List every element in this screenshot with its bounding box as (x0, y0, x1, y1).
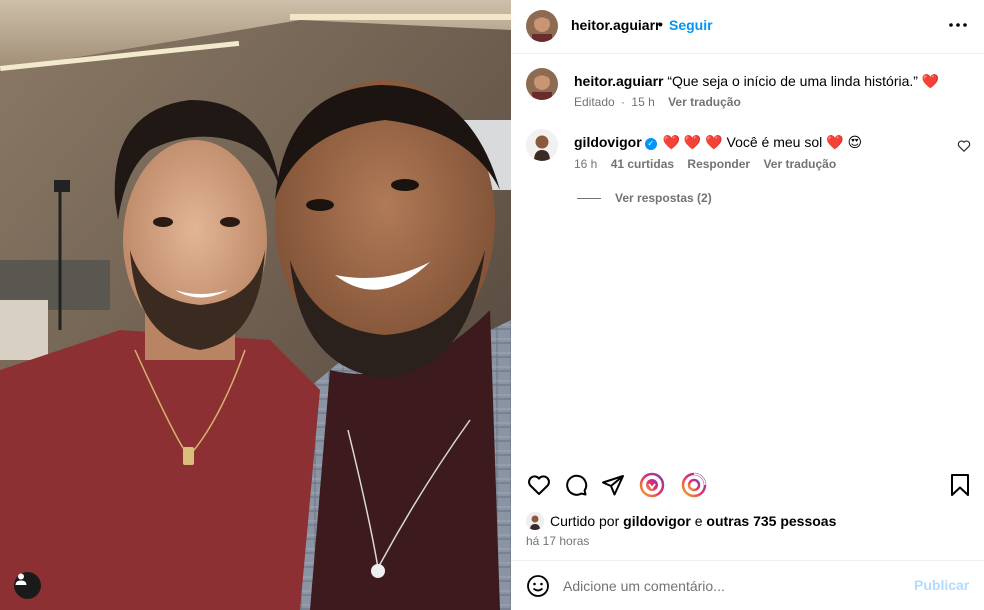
comment-likes[interactable]: 41 curtidas (611, 157, 674, 171)
comment-heart-emoji: ❤️ (826, 134, 844, 150)
caption-meta: Editado · 15 h Ver tradução (574, 95, 741, 109)
comment-face-emoji: 😍 (847, 134, 863, 150)
caption-text-line: heitor.aguiarr “Que seja o início de uma… (574, 72, 974, 90)
liker-avatar[interactable] (526, 512, 544, 530)
collab-sticker-icon[interactable] (681, 472, 707, 498)
post-timestamp[interactable]: há 17 horas (526, 534, 589, 548)
more-options-icon[interactable] (947, 14, 969, 36)
comment-text: Você é meu sol (726, 134, 823, 150)
view-replies-label: Ver respostas (2) (615, 191, 712, 205)
bookmark-icon[interactable] (947, 472, 973, 498)
caption-age: 15 h (631, 95, 655, 109)
meta-dot: · (621, 95, 626, 109)
comment-like-icon[interactable] (957, 139, 971, 153)
liked-by-conj: e (694, 513, 703, 529)
post-photo[interactable] (0, 0, 511, 610)
action-bar (511, 468, 984, 504)
caption-username[interactable]: heitor.aguiarr (574, 73, 663, 89)
comment-age: 16 h (574, 157, 598, 171)
add-comment-bar: Publicar (511, 560, 984, 610)
reply-button[interactable]: Responder (687, 157, 750, 171)
liked-by-user[interactable]: gildovigor (623, 513, 691, 529)
header-separator: • (658, 16, 663, 32)
emoji-icon[interactable] (526, 574, 550, 598)
caption-heart-emoji: ❤️ (921, 73, 940, 89)
comment-translate-link[interactable]: Ver tradução (763, 157, 836, 171)
author-username[interactable]: heitor.aguiarr (571, 17, 660, 33)
heart-icon[interactable] (526, 472, 552, 498)
comment-meta: 16 h 41 curtidas Responder Ver tradução (574, 157, 836, 171)
remix-sticker-icon[interactable] (639, 472, 665, 498)
add-comment-input[interactable] (563, 573, 903, 599)
replies-divider (577, 197, 601, 199)
liked-by-others[interactable]: outras 735 pessoas (706, 513, 836, 529)
caption-translate-link[interactable]: Ver tradução (668, 95, 741, 109)
post-side-panel: heitor.aguiarr • Seguir heitor.aguiarr “… (511, 0, 984, 610)
liked-by-row: Curtido por gildovigor e outras 735 pess… (526, 512, 836, 530)
photo-illustration (0, 0, 511, 610)
edited-label: Editado (574, 95, 615, 109)
post-header: heitor.aguiarr • Seguir (511, 0, 984, 54)
commenter-username[interactable]: gildovigor (574, 134, 642, 150)
caption-avatar[interactable] (526, 68, 558, 100)
author-avatar[interactable] (526, 10, 558, 42)
user-tag-button[interactable] (14, 572, 41, 599)
caption-text: “Que seja o início de uma linda história… (667, 73, 918, 89)
comment-text-line: gildovigor ✓ ❤️ ❤️ ❤️ Você é meu sol ❤️ 😍 (574, 133, 974, 151)
liked-by-prefix: Curtido por (550, 513, 620, 529)
follow-button[interactable]: Seguir (669, 17, 713, 33)
view-replies-button[interactable]: Ver respostas (2) (577, 191, 712, 205)
user-tag-icon (15, 573, 27, 585)
comment-hearts: ❤️ ❤️ ❤️ (662, 134, 723, 150)
commenter-avatar[interactable] (526, 129, 558, 161)
comment-icon[interactable] (563, 472, 589, 498)
verified-badge-icon: ✓ (644, 138, 657, 150)
share-icon[interactable] (600, 472, 626, 498)
publish-button[interactable]: Publicar (914, 577, 969, 593)
